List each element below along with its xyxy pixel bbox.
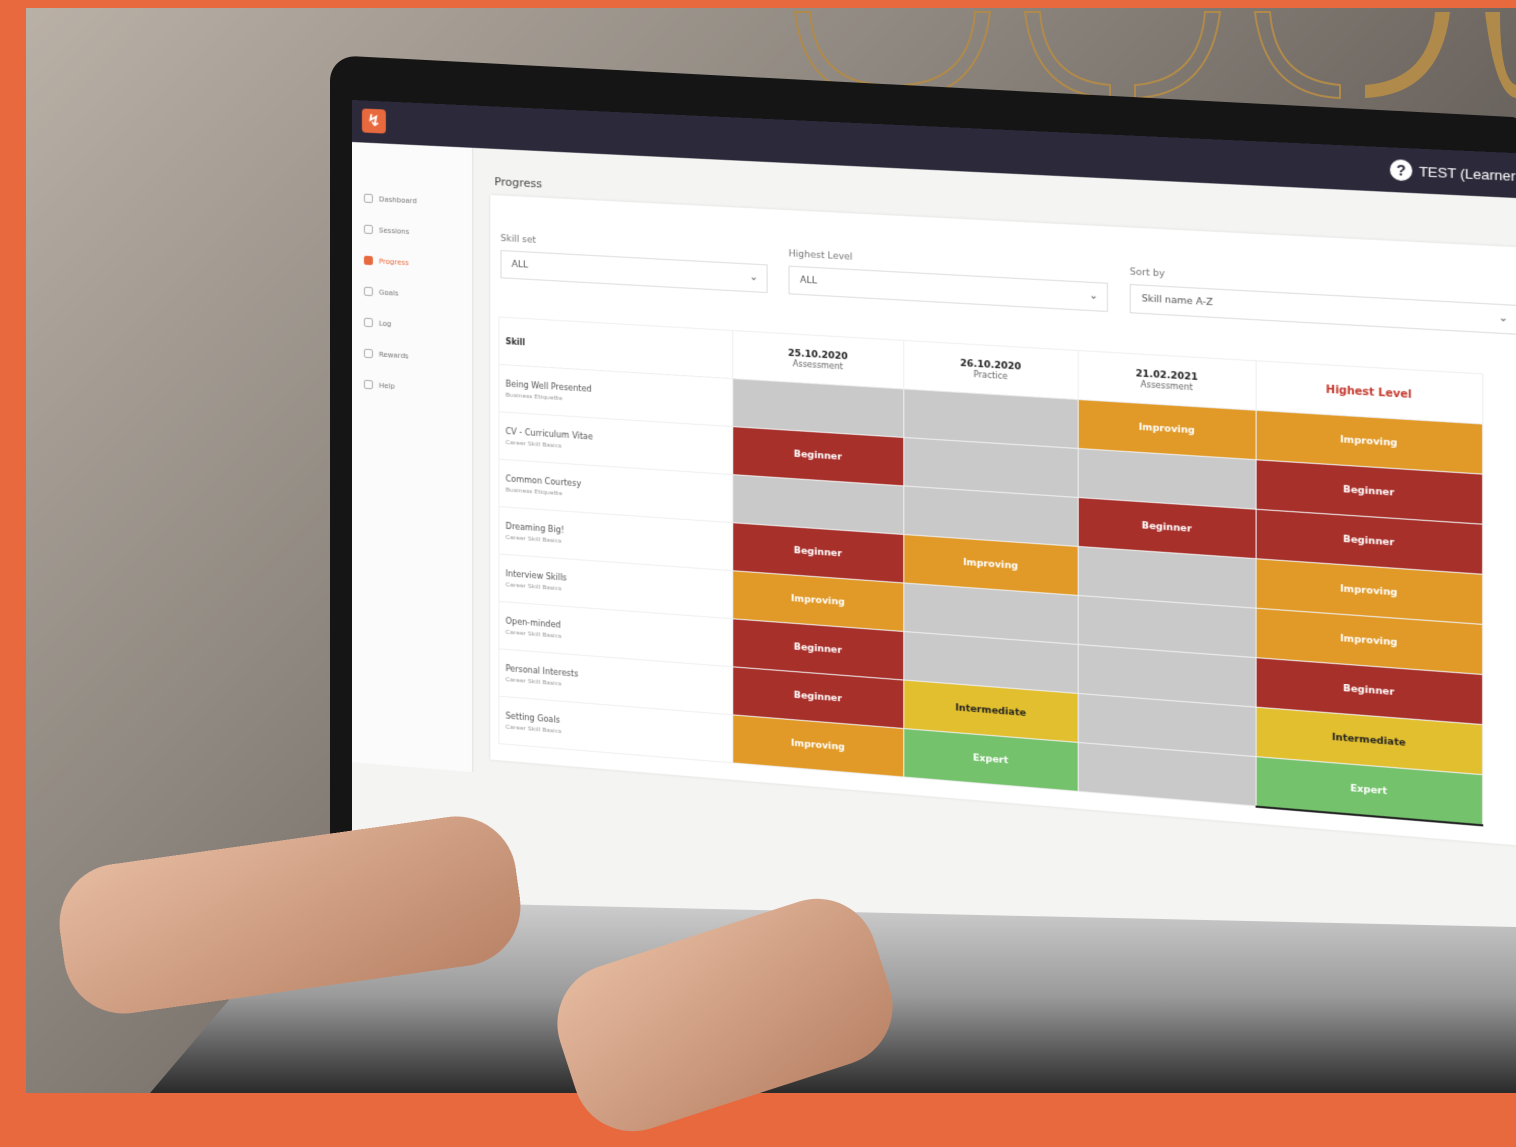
rewards-icon [363,348,373,359]
help-icon[interactable]: ? [1389,159,1413,182]
user-label[interactable]: TEST (Learner) [1419,163,1516,184]
help-icon [363,379,373,390]
sidebar-item-help[interactable]: Help [352,368,472,407]
chevron-down-icon: ⌄ [1089,290,1099,303]
sidebar-item-label: Log [378,319,392,328]
sidebar-item-label: Dashboard [378,194,417,205]
sidebar-item-label: Help [378,381,395,391]
skill-set-value: ALL [511,259,529,271]
goals-icon [363,286,373,297]
grid-body: Being Well Presented Business Etiquette Im… [498,364,1483,825]
skill-category: Career Skill Basics [505,628,562,640]
sort-by-filter: Sort by Skill name A-Z ⌄ [1129,267,1516,335]
skill-category: Career Skill Basics [505,533,562,545]
skill-category: Career Skill Basics [505,580,562,592]
sidebar-item-label: Rewards [378,350,409,360]
skill-category: Career Skill Basics [505,675,562,688]
skill-name: Setting Goals [505,710,560,725]
skill-name: Dreaming Big! [505,521,565,535]
sessions-icon [363,224,373,235]
skill-name: Interview Skills [505,568,567,583]
skill-category: Business Etiquette [505,391,563,402]
skill-category: Career Skill Basics [505,438,562,450]
skill-set-select[interactable]: ALL ⌄ [500,250,768,294]
progress-card: Skill set ALL ⌄ Highest Level ALL ⌄ Sort b… [490,195,1516,848]
chevron-down-icon: ⌄ [1498,312,1509,325]
sort-by-value: Skill name A-Z [1141,294,1213,309]
log-icon [363,317,373,328]
user-area: ? TEST (Learner) ↯ [1389,156,1516,192]
progress-icon [363,255,373,266]
highest-level-filter: Highest Level ALL ⌄ [788,249,1108,313]
skill-name: Open-minded [505,616,561,630]
app-logo-icon[interactable]: ↯ [361,108,386,134]
skill-category: Business Etiquette [505,485,563,497]
sidebar-item-label: Progress [378,256,409,267]
progress-grid: Skill 25.10.2020 Assessment 26.10.2020 Pra… [498,316,1483,825]
chevron-down-icon: ⌄ [749,271,759,284]
skill-set-filter: Skill set ALL ⌄ [500,234,768,294]
sidebar: Dashboard Sessions Progress Goals Log Re… [352,142,474,773]
skill-category: Career Skill Basics [505,722,562,735]
sidebar-item-label: Sessions [378,225,410,236]
dashboard-icon [363,193,373,204]
highest-level-value: ALL [800,275,817,287]
sidebar-item-label: Goals [378,288,399,298]
